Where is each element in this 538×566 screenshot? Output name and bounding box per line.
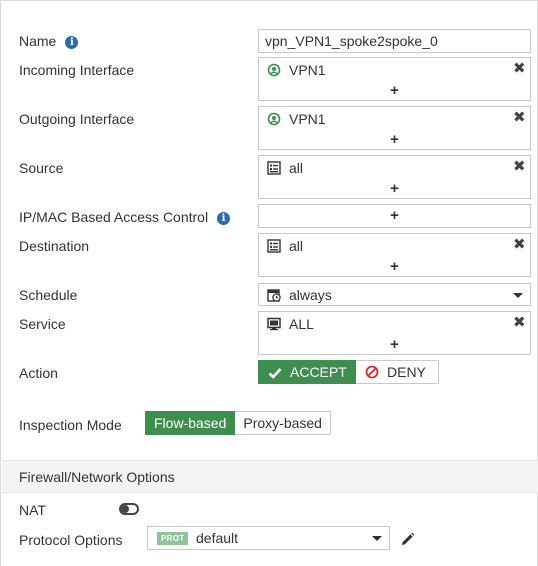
destination-entry: all	[267, 238, 303, 256]
add-button[interactable]: +	[259, 337, 530, 352]
source-label: Source	[19, 160, 64, 176]
add-button[interactable]: +	[259, 259, 530, 274]
nat-toggle[interactable]	[119, 503, 139, 515]
destination-label: Destination	[19, 238, 90, 254]
destination-value: all	[289, 238, 304, 254]
remove-icon[interactable]: ✖	[513, 237, 526, 252]
incoming-interface-value: VPN1	[289, 62, 326, 78]
info-icon[interactable]: i	[65, 36, 79, 49]
outgoing-interface-field[interactable]: VPN1 ✖ +	[258, 106, 531, 150]
protocol-options-label: Protocol Options	[19, 532, 123, 548]
policy-form: Name i vpn_VPN1_spoke2spoke_0 Incoming In…	[0, 0, 538, 566]
service-field[interactable]: ALL ✖ +	[258, 311, 531, 355]
service-label: Service	[19, 316, 66, 332]
add-button[interactable]: +	[259, 132, 530, 147]
chevron-down-icon[interactable]	[372, 536, 382, 541]
incoming-interface-label: Incoming Interface	[19, 62, 135, 78]
remove-icon[interactable]: ✖	[513, 61, 526, 76]
nat-label: NAT	[19, 502, 46, 518]
info-icon[interactable]: i	[217, 212, 231, 225]
remove-icon[interactable]: ✖	[513, 159, 526, 174]
source-value: all	[289, 160, 304, 176]
schedule-icon	[267, 288, 281, 305]
chevron-down-icon[interactable]	[513, 293, 523, 298]
add-button[interactable]: +	[259, 208, 530, 223]
action-label: Action	[19, 365, 58, 381]
add-button[interactable]: +	[259, 83, 530, 98]
address-icon	[267, 161, 281, 178]
name-label: Name i	[19, 33, 79, 49]
deny-button[interactable]: DENY	[356, 360, 439, 384]
protocol-options-select[interactable]: PROT default	[147, 526, 390, 550]
ipmac-label-text: IP/MAC Based Access Control	[19, 209, 209, 225]
name-label-text: Name	[19, 33, 57, 49]
address-icon	[267, 239, 281, 256]
schedule-select[interactable]: always	[258, 283, 531, 306]
section-header: Firewall/Network Options	[2, 460, 538, 493]
prot-badge: PROT	[157, 532, 189, 545]
incoming-interface-entry: VPN1	[267, 62, 326, 80]
check-icon	[268, 363, 282, 385]
ipmac-field[interactable]: +	[258, 204, 531, 228]
outgoing-interface-label: Outgoing Interface	[19, 111, 135, 127]
destination-field[interactable]: all ✖ +	[258, 233, 531, 277]
remove-icon[interactable]: ✖	[513, 315, 526, 330]
deny-icon	[365, 363, 379, 385]
proxy-based-button[interactable]: Proxy-based	[235, 411, 331, 435]
source-entry: all	[267, 160, 303, 178]
accept-button[interactable]: ACCEPT	[258, 360, 356, 384]
deny-label: DENY	[387, 364, 426, 380]
service-entry: ALL	[267, 316, 314, 334]
outgoing-interface-value: VPN1	[289, 111, 326, 127]
inspection-mode-toggle-group: Flow-based Proxy-based	[145, 411, 331, 435]
incoming-interface-field[interactable]: VPN1 ✖ +	[258, 57, 531, 101]
interface-icon	[267, 63, 281, 80]
ipmac-label: IP/MAC Based Access Control i	[19, 209, 231, 225]
schedule-value: always	[289, 287, 332, 303]
add-button[interactable]: +	[259, 181, 530, 196]
edit-icon[interactable]	[400, 532, 415, 550]
protocol-options-value: default	[196, 530, 239, 546]
outgoing-interface-entry: VPN1	[267, 111, 326, 129]
accept-label: ACCEPT	[290, 364, 347, 380]
inspection-mode-label: Inspection Mode	[19, 417, 122, 433]
flow-based-button[interactable]: Flow-based	[145, 411, 236, 435]
service-icon	[267, 317, 281, 334]
interface-icon	[267, 112, 281, 129]
service-value: ALL	[289, 316, 314, 332]
action-toggle-group: ACCEPT DENY	[258, 360, 439, 384]
schedule-label: Schedule	[19, 287, 78, 303]
schedule-entry: always	[267, 287, 332, 305]
toggle-knob	[121, 505, 129, 513]
name-input[interactable]: vpn_VPN1_spoke2spoke_0	[258, 29, 531, 53]
source-field[interactable]: all ✖ +	[258, 155, 531, 199]
section-title: Firewall/Network Options	[19, 469, 175, 485]
remove-icon[interactable]: ✖	[513, 110, 526, 125]
